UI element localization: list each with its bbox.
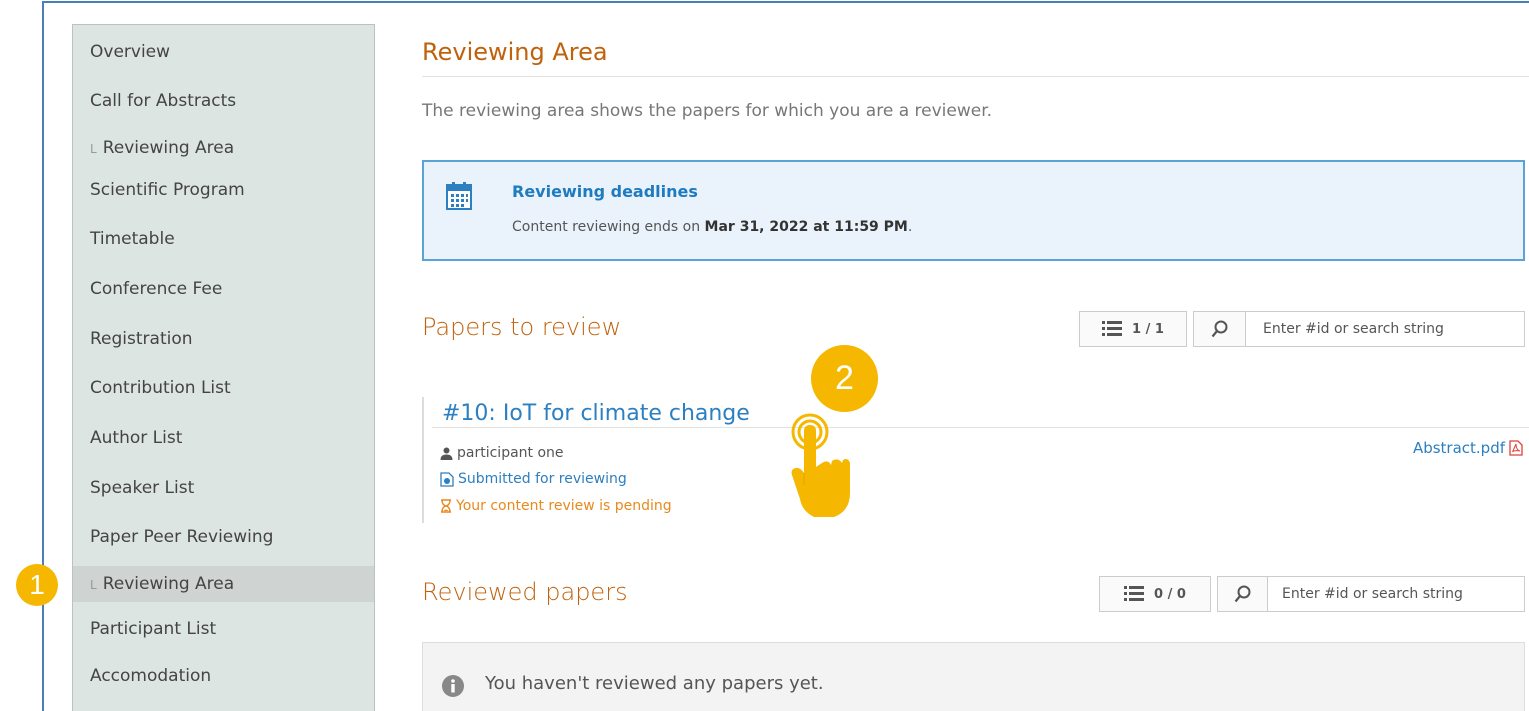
deadline-prefix: Content reviewing ends on [512, 219, 705, 235]
review-search-input[interactable] [1246, 312, 1524, 346]
list-icon [1102, 321, 1123, 336]
deadline-title: Reviewing deadlines [512, 182, 698, 201]
calendar-icon [446, 182, 472, 210]
paper-pending-text: Your content review is pending [456, 498, 672, 514]
deadline-date: Mar 31, 2022 at 11:59 PM [704, 219, 908, 235]
sidebar-item-contribution-list[interactable]: Contribution List [73, 370, 374, 406]
submenu-indent-icon: L [90, 578, 97, 592]
sidebar-item-label: Reviewing Area [102, 574, 235, 594]
review-list-filter-button[interactable]: 1 / 1 [1079, 311, 1187, 347]
reviewed-papers-title: Reviewed papers [422, 578, 628, 606]
empty-reviewed-notice: You haven't reviewed any papers yet. [422, 642, 1525, 711]
abstract-download-link[interactable]: Abstract.pdf [1413, 439, 1523, 457]
sidebar-item-label: Call for Abstracts [90, 91, 237, 111]
sidebar-item-label: Conference Fee [90, 279, 223, 299]
submenu-indent-icon: L [90, 142, 97, 156]
paper-state-text: Submitted for reviewing [458, 471, 627, 487]
sidebar-menu: Overview Call for Abstracts L Reviewing Are… [72, 24, 375, 711]
sidebar-item-label: Participant List [90, 619, 217, 639]
sidebar-item-reviewing-area[interactable]: L Reviewing Area [73, 130, 374, 166]
sidebar-item-label: Reviewing Area [102, 138, 235, 158]
deadline-suffix: . [907, 219, 913, 235]
info-icon [442, 675, 464, 697]
sidebar-item-registration[interactable]: Registration [73, 321, 374, 357]
pdf-icon [1509, 440, 1523, 456]
list-icon [1124, 586, 1145, 601]
abstract-filename: Abstract.pdf [1412, 439, 1505, 457]
sidebar-item-participant-list[interactable]: Participant List [73, 611, 374, 647]
sidebar-item-reviewing-area[interactable]: L Reviewing Area [73, 566, 374, 602]
hourglass-icon [441, 499, 451, 513]
sidebar-item-label: Author List [90, 428, 183, 448]
paper-state: Submitted for reviewing [440, 471, 627, 487]
title-divider [422, 76, 1529, 77]
user-icon [440, 447, 453, 460]
reviewed-count: 0 / 0 [1154, 586, 1186, 602]
paper-divider [432, 427, 1529, 428]
sidebar-item-label: Overview [90, 42, 171, 62]
sidebar-item-speaker-list[interactable]: Speaker List [73, 470, 374, 506]
sidebar-item-timetable[interactable]: Timetable [73, 221, 374, 257]
reviewed-list-filter-button[interactable]: 0 / 0 [1099, 576, 1211, 612]
search-icon [1211, 320, 1227, 338]
paper-entry: #10: IoT for climate change participant … [422, 397, 1529, 523]
review-search-group [1193, 311, 1525, 347]
pointer-hand-icon [791, 413, 850, 517]
sidebar-item-label: Speaker List [90, 478, 195, 498]
reviewed-search-group [1217, 576, 1525, 612]
review-search-button[interactable] [1194, 312, 1246, 346]
reviewed-search-button[interactable] [1218, 577, 1268, 611]
sidebar-item-label: Contribution List [90, 378, 231, 398]
paper-title-link[interactable]: #10: IoT for climate change [442, 401, 750, 426]
paper-review-status: Your content review is pending [440, 498, 672, 514]
sidebar-item-label: Scientific Program [90, 180, 245, 200]
papers-to-review-title: Papers to review [422, 313, 622, 341]
step-badge-1: 1 [16, 564, 58, 606]
deadline-text: Content reviewing ends on Mar 31, 2022 a… [512, 219, 912, 235]
sidebar-item-call-for-abstracts[interactable]: Call for Abstracts [73, 83, 374, 119]
sidebar-item-label: Accomodation [90, 666, 212, 686]
reviewed-search-input[interactable] [1268, 577, 1524, 611]
sidebar-item-overview[interactable]: Overview [73, 34, 374, 70]
sidebar-item-accomodation[interactable]: Accomodation [73, 658, 374, 694]
review-count: 1 / 1 [1132, 321, 1164, 337]
sidebar-item-conference-fee[interactable]: Conference Fee [73, 271, 374, 307]
search-icon [1234, 585, 1250, 603]
sidebar-item-label: Registration [90, 329, 193, 349]
sidebar-item-paper-peer-reviewing[interactable]: Paper Peer Reviewing [73, 519, 374, 555]
sidebar-item-author-list[interactable]: Author List [73, 420, 374, 456]
document-icon [440, 471, 454, 487]
paper-author-name: participant one [457, 445, 564, 461]
sidebar-item-label: Timetable [90, 229, 175, 249]
sidebar-item-label: Paper Peer Reviewing [90, 527, 274, 547]
paper-author: participant one [440, 445, 564, 461]
page-intro: The reviewing area shows the papers for … [422, 101, 993, 121]
empty-reviewed-text: You haven't reviewed any papers yet. [485, 673, 824, 694]
sidebar-item-scientific-program[interactable]: Scientific Program [73, 172, 374, 208]
deadline-panel: Reviewing deadlines Content reviewing en… [422, 160, 1525, 261]
page-title: Reviewing Area [422, 38, 608, 66]
step-badge-2: 2 [811, 345, 878, 412]
